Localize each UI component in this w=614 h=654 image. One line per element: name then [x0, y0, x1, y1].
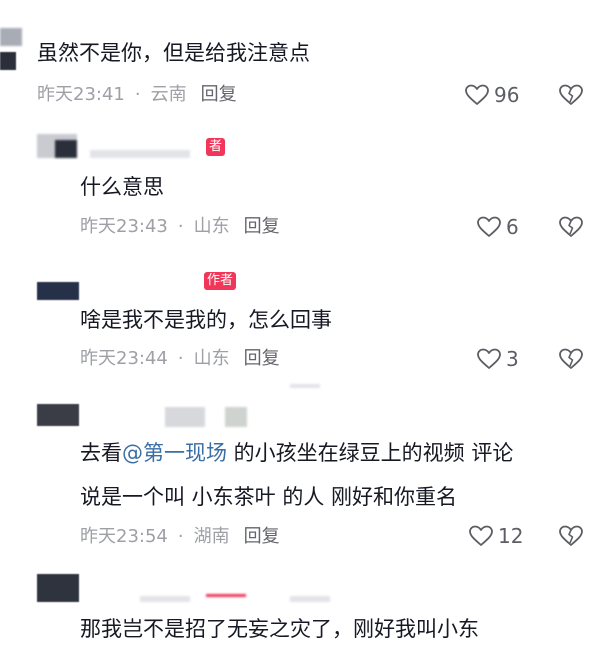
meta-separator: ·: [134, 84, 141, 105]
comment-location: 云南: [150, 84, 187, 105]
comment-meta: 昨天23:43 · 山东 回复: [80, 215, 280, 239]
like-button[interactable]: 12: [468, 523, 523, 549]
comment-text-line2: 说是一个叫 小东茶叶 的人 刚好和你重名: [80, 485, 458, 509]
username[interactable]: [290, 384, 320, 388]
avatar[interactable]: [37, 134, 77, 158]
like-button[interactable]: 3: [476, 346, 519, 372]
heart-outline-icon: [477, 348, 501, 369]
avatar[interactable]: [37, 574, 79, 602]
username[interactable]: [206, 594, 246, 597]
reply-button[interactable]: 回复: [201, 84, 237, 105]
comment-text: 啥是我不是我的，怎么回事: [80, 308, 332, 332]
reply-button[interactable]: 回复: [244, 348, 280, 369]
comment-item: 者 什么意思 昨天23:43 · 山东 回复 6: [0, 120, 614, 250]
like-count: 3: [506, 347, 519, 371]
heart-outline-icon: [469, 525, 493, 546]
comment-text: 什么意思: [80, 175, 164, 199]
comment-text: 那我岂不是招了无妄之灾了，刚好我叫小东: [80, 617, 479, 641]
like-button[interactable]: 96: [464, 82, 519, 108]
mention-link[interactable]: @第一现场: [122, 441, 227, 465]
username[interactable]: [90, 150, 190, 158]
meta-separator: ·: [177, 348, 184, 369]
avatar[interactable]: [0, 52, 16, 70]
comment-location: 山东: [193, 348, 230, 369]
broken-heart-icon[interactable]: [558, 215, 584, 239]
heart-outline-icon: [465, 84, 489, 105]
comment-item: 去看@第一现场 的小孩坐在绿豆上的视频 评论 说是一个叫 小东茶叶 的人 刚好和…: [0, 382, 614, 560]
comment-text: 去看@第一现场 的小孩坐在绿豆上的视频 评论: [80, 438, 513, 468]
avatar[interactable]: [37, 282, 79, 300]
author-badge: 者: [206, 138, 226, 156]
comment-meta: 昨天23:44 · 山东 回复: [80, 347, 280, 371]
username[interactable]: [225, 407, 247, 427]
comment-item: 虽然不是你，但是给我注意点 昨天23:41 · 云南 回复 96: [0, 0, 614, 120]
username[interactable]: [165, 407, 205, 427]
comment-time: 昨天23:54: [80, 526, 168, 547]
reply-button[interactable]: 回复: [244, 216, 280, 237]
comment-location: 山东: [193, 216, 230, 237]
comment-time: 昨天23:43: [80, 216, 168, 237]
comment-text-suffix: 的小孩坐在绿豆上的视频 评论: [227, 441, 514, 465]
comment-location: 湖南: [193, 526, 230, 547]
broken-heart-icon[interactable]: [558, 524, 584, 548]
broken-heart-icon[interactable]: [558, 83, 584, 107]
like-count: 12: [498, 524, 524, 548]
like-count: 96: [494, 83, 520, 107]
reply-button[interactable]: 回复: [244, 526, 280, 547]
comment-time: 昨天23:44: [80, 348, 168, 369]
avatar[interactable]: [37, 404, 79, 426]
like-button[interactable]: 6: [476, 214, 519, 240]
author-badge: 作者: [204, 272, 237, 290]
comment-text-prefix: 去看: [80, 441, 122, 465]
comment-meta: 昨天23:54 · 湖南 回复: [80, 525, 280, 549]
username[interactable]: [290, 596, 330, 602]
meta-separator: ·: [177, 526, 184, 547]
comment-item: 作者 啥是我不是我的，怎么回事 昨天23:44 · 山东 回复 3: [0, 250, 614, 382]
comment-time: 昨天23:41: [37, 84, 125, 105]
comment-item: 那我岂不是招了无妄之灾了，刚好我叫小东: [0, 560, 614, 654]
heart-outline-icon: [477, 216, 501, 237]
comment-text: 虽然不是你，但是给我注意点: [37, 41, 310, 65]
username[interactable]: [140, 596, 190, 602]
broken-heart-icon[interactable]: [558, 347, 584, 371]
comment-meta: 昨天23:41 · 云南 回复: [37, 83, 237, 107]
avatar[interactable]: [0, 28, 22, 46]
like-count: 6: [506, 215, 519, 239]
meta-separator: ·: [177, 216, 184, 237]
